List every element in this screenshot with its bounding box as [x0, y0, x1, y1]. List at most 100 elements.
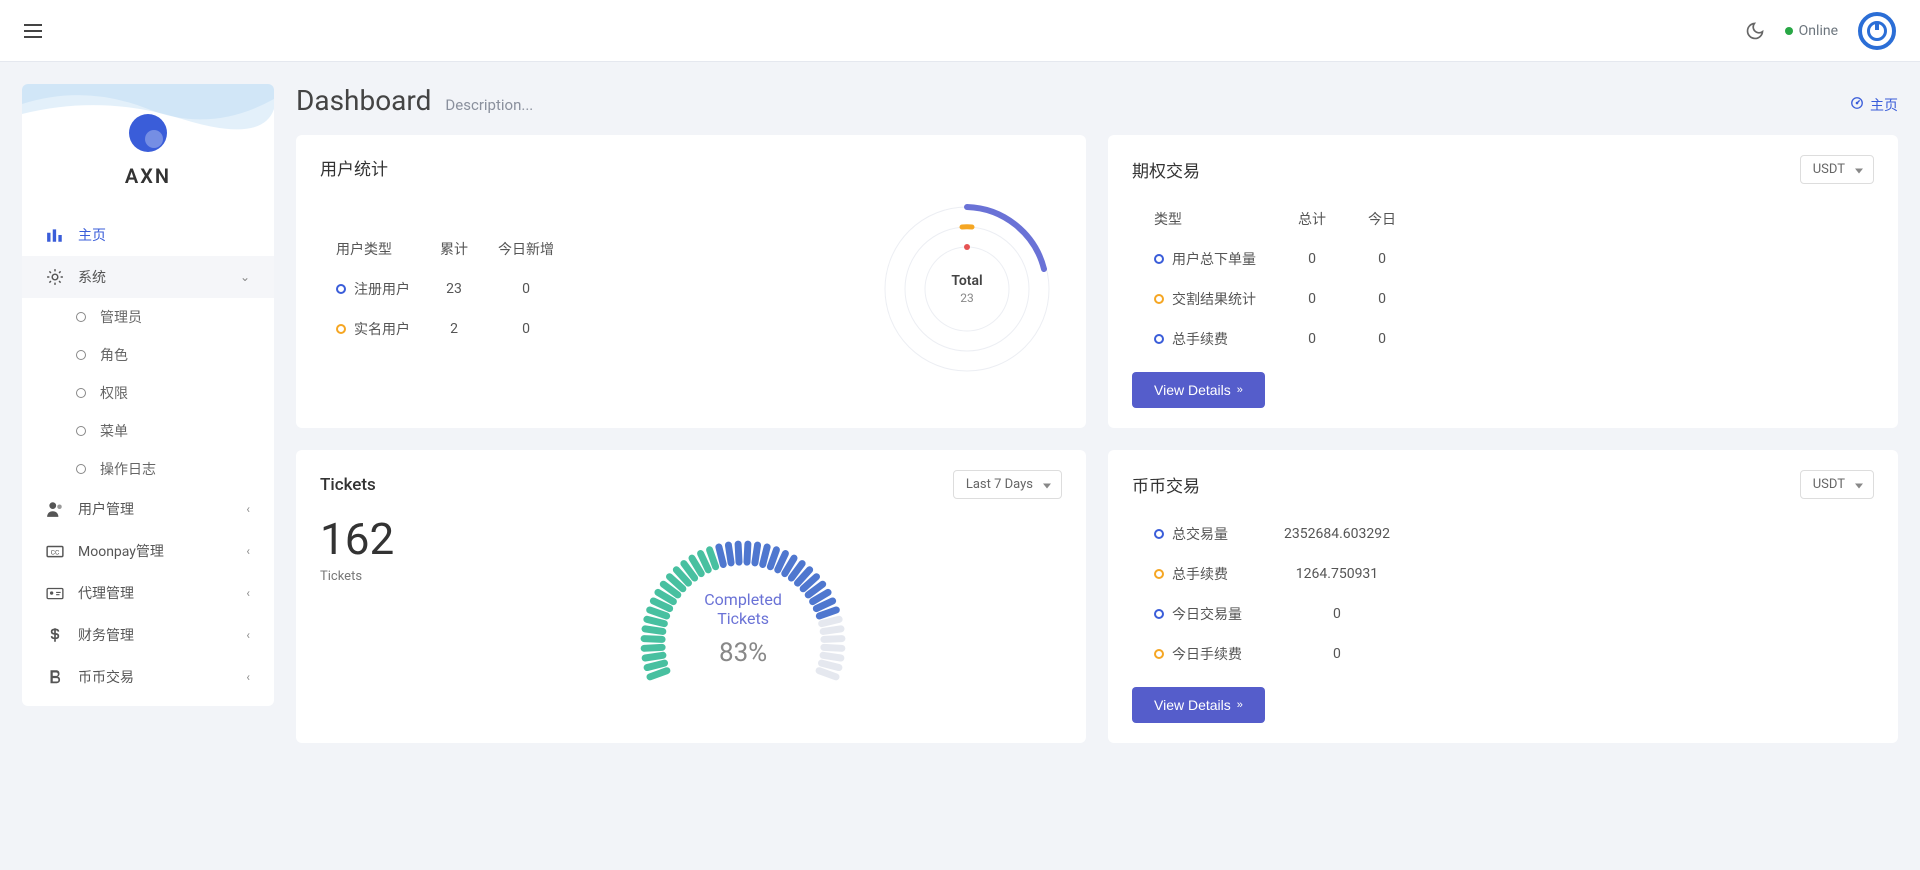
sidebar: AXN 主页 系统 ⌄ 管理员 角色 权限 菜单 操作日志 用户管理	[22, 84, 274, 706]
options-table: 类型 总计 今日 用户总下单量 0 0 交割结果统计 0 0	[1132, 198, 1418, 360]
gauge-label: Completed Tickets	[678, 590, 808, 628]
gauge-percent: 83%	[678, 638, 808, 668]
main-content: Dashboard Description... 主页 用户统计 用户类型 累计	[296, 84, 1898, 765]
options-trade-card: 期权交易 USDT 类型 总计 今日 用户总下单量 0 0	[1108, 135, 1898, 428]
table-row: 总手续费 0 0	[1134, 320, 1416, 358]
card-title: 期权交易	[1132, 157, 1200, 182]
dot-icon	[1154, 334, 1164, 344]
menu-toggle-button[interactable]	[24, 24, 42, 38]
sidebar-item-label: 财务管理	[78, 625, 134, 645]
bullet-icon	[76, 464, 86, 474]
sidebar-sub-admin[interactable]: 管理员	[22, 298, 274, 336]
bullet-icon	[76, 312, 86, 322]
user-stats-table: 用户类型 累计 今日新增 注册用户 23 0 实名用户	[320, 228, 570, 350]
svg-text:CC: CC	[51, 548, 60, 556]
ring-total-label: Total	[951, 273, 982, 289]
table-row: 今日交易量 0	[1134, 595, 1410, 633]
table-row: 总手续费 1264.750931	[1134, 555, 1410, 593]
sidebar-item-label: 代理管理	[78, 583, 134, 603]
online-status-badge: Online	[1785, 23, 1838, 39]
table-row: 今日手续费 0	[1134, 635, 1410, 673]
sidebar-system-sublist: 管理员 角色 权限 菜单 操作日志	[22, 298, 274, 488]
chevron-left-icon: ‹	[246, 502, 250, 516]
tickets-card: Tickets Last 7 Days 162 Tickets Complete…	[296, 450, 1086, 743]
dot-icon	[1154, 529, 1164, 539]
avatar[interactable]	[1858, 12, 1896, 50]
ticket-count-label: Tickets	[320, 569, 394, 584]
spot-trade-card: 币币交易 USDT 总交易量 2352684.603292 总手续费 1264.…	[1108, 450, 1898, 743]
sidebar-item-agent[interactable]: 代理管理 ‹	[22, 572, 274, 614]
table-row: 实名用户 2 0	[322, 310, 568, 348]
ring-total-value: 23	[951, 291, 982, 305]
logo-area: AXN	[22, 84, 274, 206]
chevron-left-icon: ‹	[246, 544, 250, 558]
user-icon	[46, 500, 64, 518]
sidebar-item-label: 系统	[78, 267, 106, 287]
dashboard-icon	[1850, 96, 1864, 114]
topbar: Online	[0, 0, 1920, 62]
logo-icon	[129, 114, 167, 152]
cc-icon: CC	[46, 542, 64, 560]
sidebar-item-home[interactable]: 主页	[22, 214, 274, 256]
double-chevron-right-icon: »	[1237, 699, 1243, 711]
logo-text: AXN	[22, 164, 274, 188]
sidebar-item-label: 币币交易	[78, 667, 134, 687]
dark-mode-icon[interactable]	[1745, 21, 1765, 41]
dot-icon	[1154, 569, 1164, 579]
page-header: Dashboard Description... 主页	[296, 84, 1898, 117]
table-row: 注册用户 23 0	[322, 270, 568, 308]
view-details-button[interactable]: View Details »	[1132, 687, 1265, 723]
currency-select[interactable]: USDT	[1800, 155, 1874, 184]
breadcrumb[interactable]: 主页	[1850, 95, 1898, 115]
card-title: 币币交易	[1132, 472, 1200, 497]
sidebar-sub-role[interactable]: 角色	[22, 336, 274, 374]
page-description: Description...	[445, 96, 533, 114]
sidebar-item-label: 用户管理	[78, 499, 134, 519]
online-label: Online	[1799, 23, 1838, 39]
card-title: Tickets	[320, 475, 376, 495]
online-dot-icon	[1785, 27, 1793, 35]
completed-tickets-gauge: Completed Tickets 83%	[424, 513, 1062, 713]
bullet-icon	[76, 388, 86, 398]
gear-icon	[46, 268, 64, 286]
breadcrumb-label: 主页	[1870, 95, 1898, 115]
bullet-icon	[76, 350, 86, 360]
dot-icon	[1154, 609, 1164, 619]
dot-icon	[1154, 254, 1164, 264]
sidebar-sub-menu[interactable]: 菜单	[22, 412, 274, 450]
range-select[interactable]: Last 7 Days	[953, 470, 1062, 499]
bold-icon	[46, 668, 64, 686]
chevron-down-icon: ⌄	[240, 270, 250, 284]
dollar-icon	[46, 626, 64, 644]
sidebar-item-label: Moonpay管理	[78, 541, 164, 561]
id-card-icon	[46, 584, 64, 602]
sidebar-item-spot[interactable]: 币币交易 ‹	[22, 656, 274, 698]
chevron-left-icon: ‹	[246, 586, 250, 600]
sidebar-sub-permission[interactable]: 权限	[22, 374, 274, 412]
ticket-count: 162	[320, 513, 394, 565]
sidebar-item-system[interactable]: 系统 ⌄	[22, 256, 274, 298]
dot-icon	[336, 284, 346, 294]
dot-icon	[336, 324, 346, 334]
sidebar-item-label: 主页	[78, 225, 106, 245]
bars-icon	[46, 226, 64, 244]
sidebar-sub-log[interactable]: 操作日志	[22, 450, 274, 488]
user-total-ring-chart: Total 23	[872, 194, 1062, 384]
table-row: 总交易量 2352684.603292	[1134, 515, 1410, 553]
chevron-left-icon: ‹	[246, 670, 250, 684]
nav-list: 主页 系统 ⌄ 管理员 角色 权限 菜单 操作日志 用户管理 ‹ CC Mo	[22, 206, 274, 706]
card-title: 用户统计	[320, 155, 388, 180]
currency-select[interactable]: USDT	[1800, 470, 1874, 499]
view-details-button[interactable]: View Details »	[1132, 372, 1265, 408]
sidebar-item-user-mgmt[interactable]: 用户管理 ‹	[22, 488, 274, 530]
dot-icon	[1154, 649, 1164, 659]
page-title: Dashboard	[296, 84, 431, 117]
table-row: 用户总下单量 0 0	[1134, 240, 1416, 278]
bullet-icon	[76, 426, 86, 436]
chevron-left-icon: ‹	[246, 628, 250, 642]
sidebar-item-finance[interactable]: 财务管理 ‹	[22, 614, 274, 656]
sidebar-item-moonpay[interactable]: CC Moonpay管理 ‹	[22, 530, 274, 572]
table-row: 交割结果统计 0 0	[1134, 280, 1416, 318]
dot-icon	[1154, 294, 1164, 304]
double-chevron-right-icon: »	[1237, 384, 1243, 396]
